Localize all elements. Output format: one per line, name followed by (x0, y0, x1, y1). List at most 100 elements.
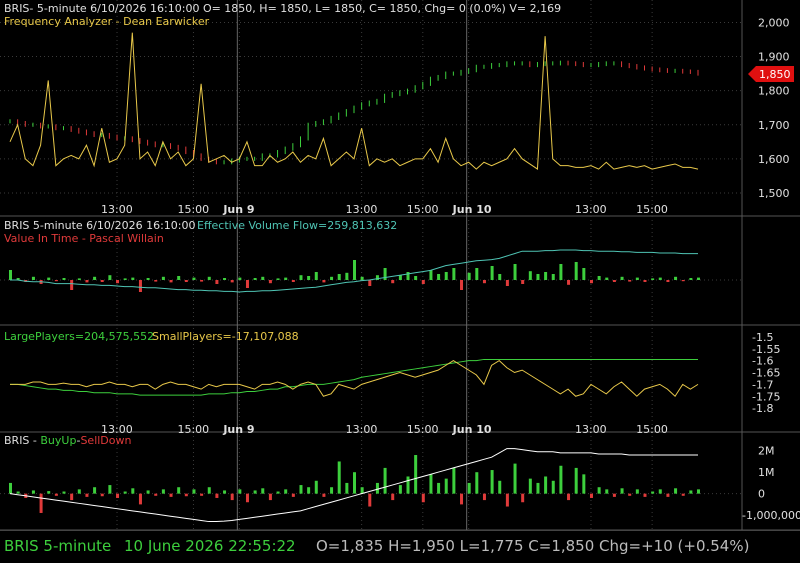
small-players-line (10, 359, 699, 398)
volume-bar (368, 280, 372, 286)
price-flag-label: 1,850 (759, 68, 791, 81)
y-tick-label: 1,900 (758, 51, 790, 64)
buyup-selldown-bar (116, 493, 120, 498)
volume-bar (475, 268, 479, 280)
volume-bar (161, 276, 165, 280)
volume-bar (261, 276, 265, 280)
volume-bar (238, 277, 242, 280)
buyup-selldown-bar (108, 485, 112, 494)
panel2-header: BRIS 5-minute 6/10/2026 16:10:00 (4, 219, 195, 232)
buyup-selldown-bar (154, 493, 158, 496)
volume-bar (85, 280, 89, 283)
volume-bar (223, 278, 227, 280)
volume-bar (559, 264, 563, 280)
volume-bar (437, 274, 441, 280)
buyup-selldown-panel[interactable] (9, 448, 700, 523)
buyup-selldown-bar (383, 467, 387, 494)
buyup-selldown-bar (643, 493, 647, 497)
buyup-selldown-bar (620, 488, 624, 494)
volume-bar (643, 280, 647, 282)
volume-bar (192, 277, 196, 280)
buyup-selldown-bar (460, 493, 464, 505)
buyup-selldown-bar (589, 493, 593, 498)
y-tick-label: 1,700 (758, 119, 790, 132)
volume-bar (284, 277, 288, 280)
buyup-selldown-bar (689, 490, 693, 494)
volume-bar (177, 276, 181, 280)
x-tick-label: 15:00 (177, 423, 209, 436)
buyup-selldown-bar (123, 491, 127, 494)
buyup-selldown-bar (414, 455, 418, 494)
volume-bar (253, 278, 257, 280)
volume-bar (398, 275, 402, 280)
buyup-selldown-bar (62, 491, 66, 494)
x-tick-label: 13:00 (346, 203, 378, 216)
volume-bar (207, 276, 211, 280)
y-tick-label: 0 (758, 488, 765, 501)
volume-bar (452, 268, 456, 280)
buyup-selldown-bar (368, 493, 372, 507)
volume-bar (123, 278, 127, 280)
buyup-label: BuyUp (40, 434, 76, 447)
volume-flow-panel[interactable] (9, 249, 700, 293)
buyup-selldown-bar (261, 488, 265, 494)
volume-bar (299, 275, 303, 280)
panel-labels: BRIS- 5-minute 6/10/2026 16:10:00 O= 185… (4, 2, 561, 447)
players-panel[interactable] (10, 358, 699, 398)
buyup-selldown-bar (398, 485, 402, 494)
buyup-selldown-bar (307, 487, 311, 494)
buyup-selldown-bar (505, 493, 509, 507)
buyup-selldown-bar (54, 493, 58, 496)
panel1-header: BRIS- 5-minute 6/10/2026 16:10:00 O= 185… (4, 2, 561, 15)
x-tick-label: 15:00 (636, 423, 668, 436)
large-players-line (10, 358, 698, 396)
volume-bar (651, 278, 655, 280)
buyup-selldown-bar (353, 472, 356, 494)
volume-bar (345, 272, 349, 280)
buyup-selldown-bar (437, 482, 441, 494)
volume-bar (666, 280, 670, 282)
volume-bar (77, 278, 81, 280)
volume-bar (291, 280, 295, 282)
buyup-selldown-bar (658, 489, 662, 494)
buyup-selldown-bar (452, 467, 456, 494)
price-panel[interactable] (9, 32, 699, 170)
buyup-selldown-bar (253, 490, 257, 494)
volume-bar (215, 280, 219, 284)
panel4-symbol: BRIS (4, 434, 29, 447)
volume-bar (276, 278, 280, 280)
buyup-selldown-bar (444, 478, 448, 494)
buyup-selldown-bar (207, 487, 211, 494)
volume-bar (498, 274, 502, 280)
buyup-selldown-bar (429, 474, 433, 494)
volume-bar (567, 280, 571, 285)
buyup-selldown-bar (169, 493, 173, 497)
y-tick-label: 1,500 (758, 187, 790, 200)
buyup-selldown-bar (131, 488, 135, 494)
volume-bar (467, 272, 471, 280)
volume-bar (635, 277, 639, 280)
volume-bar (597, 276, 601, 280)
buyup-selldown-bar (375, 482, 379, 494)
y-tick-label: -1,000,000 (742, 509, 800, 522)
buyup-selldown-bar (513, 463, 517, 494)
buyup-selldown-bar (230, 493, 234, 501)
volume-bar (314, 272, 318, 280)
large-players-label: LargePlayers=204,575,552 (4, 330, 154, 343)
buyup-selldown-bar (345, 482, 349, 494)
chart-canvas: 13:00 15:00 Jun 9 13:00 15:00 Jun 10 13:00 15:0… (0, 0, 800, 530)
frequency-analyzer-line (9, 32, 699, 170)
volume-bar (391, 280, 395, 284)
volume-bar (429, 270, 433, 280)
buyup-selldown-bar (582, 474, 586, 494)
buyup-selldown-bar (567, 493, 571, 501)
volume-bar (116, 280, 120, 284)
selldown-label: SellDown (80, 434, 131, 447)
volume-bar (138, 280, 142, 292)
volume-bar (574, 262, 578, 280)
buyup-selldown-bar (406, 476, 410, 494)
volume-bar (200, 280, 204, 282)
grid-lines (0, 0, 800, 530)
buyup-selldown-bar (482, 493, 486, 501)
panel2-flow-label: Effective Volume Flow=259,813,632 (197, 219, 397, 232)
